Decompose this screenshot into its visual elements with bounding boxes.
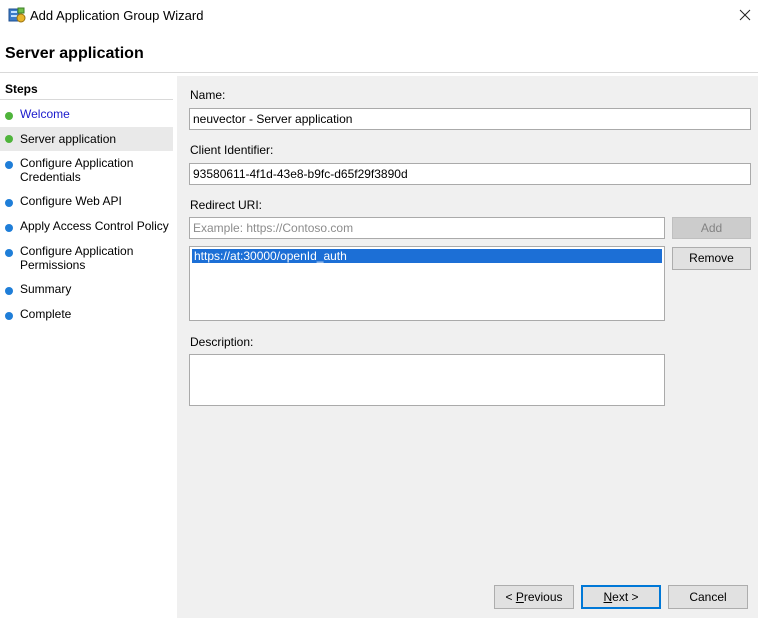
page-title: Server application <box>5 45 144 62</box>
name-input[interactable] <box>189 108 751 130</box>
content-panel <box>177 76 758 618</box>
redirect-uri-list-item[interactable]: https://at:30000/openId_auth <box>192 249 662 263</box>
step-label: Welcome <box>20 107 70 121</box>
window-title: Add Application Group Wizard <box>30 8 204 23</box>
step-pending-icon <box>5 287 13 295</box>
steps-heading: Steps <box>5 82 38 96</box>
next-suffix: ext > <box>612 590 639 604</box>
description-label: Description: <box>190 335 254 349</box>
client-identifier-label: Client Identifier: <box>190 143 274 157</box>
step-label: Configure Web API <box>20 194 122 208</box>
client-identifier-input[interactable] <box>189 163 751 185</box>
next-access-key: N <box>603 590 613 604</box>
step-label: Complete <box>20 307 72 321</box>
step-pending-icon <box>5 312 13 320</box>
step-complete-icon <box>5 112 13 120</box>
step-pending-icon <box>5 249 13 257</box>
close-icon[interactable] <box>734 4 756 26</box>
redirect-uri-label: Redirect URI: <box>190 198 263 212</box>
step-pending-icon <box>5 161 13 169</box>
application-group-icon <box>8 7 26 23</box>
step-complete: Complete <box>0 307 173 323</box>
step-pending-icon <box>5 224 13 232</box>
step-label: Configure Application Credentials <box>20 156 134 184</box>
header-divider <box>0 72 758 73</box>
remove-redirect-uri-button[interactable]: Remove <box>672 247 751 270</box>
previous-prefix: < <box>505 590 516 604</box>
steps-divider <box>0 99 173 100</box>
step-welcome[interactable]: Welcome <box>0 107 173 123</box>
step-configure-application-credentials: Configure Application Credentials <box>0 156 173 184</box>
step-pending-icon <box>5 199 13 207</box>
step-summary: Summary <box>0 282 173 298</box>
previous-access-key: P <box>515 590 524 604</box>
step-label: Summary <box>20 282 72 296</box>
redirect-uri-input[interactable] <box>189 217 665 239</box>
name-label: Name: <box>190 88 226 102</box>
previous-button[interactable]: < Previous <box>494 585 574 609</box>
step-configure-application-permissions: Configure Application Permissions <box>0 244 173 272</box>
step-configure-web-api: Configure Web API <box>0 194 173 210</box>
redirect-uri-list[interactable]: https://at:30000/openId_auth <box>189 246 665 321</box>
add-redirect-uri-button[interactable]: Add <box>672 217 751 239</box>
description-textarea[interactable] <box>189 354 665 406</box>
cancel-button[interactable]: Cancel <box>668 585 748 609</box>
step-label: Apply Access Control Policy <box>20 219 169 233</box>
next-button[interactable]: Next > <box>581 585 661 609</box>
previous-suffix: revious <box>523 590 563 604</box>
step-label: Server application <box>20 132 117 146</box>
step-complete-icon <box>5 135 13 143</box>
step-label: Configure Application Permissions <box>20 244 134 272</box>
step-apply-access-control-policy: Apply Access Control Policy <box>0 219 173 235</box>
step-server-application: Server application <box>0 127 173 151</box>
